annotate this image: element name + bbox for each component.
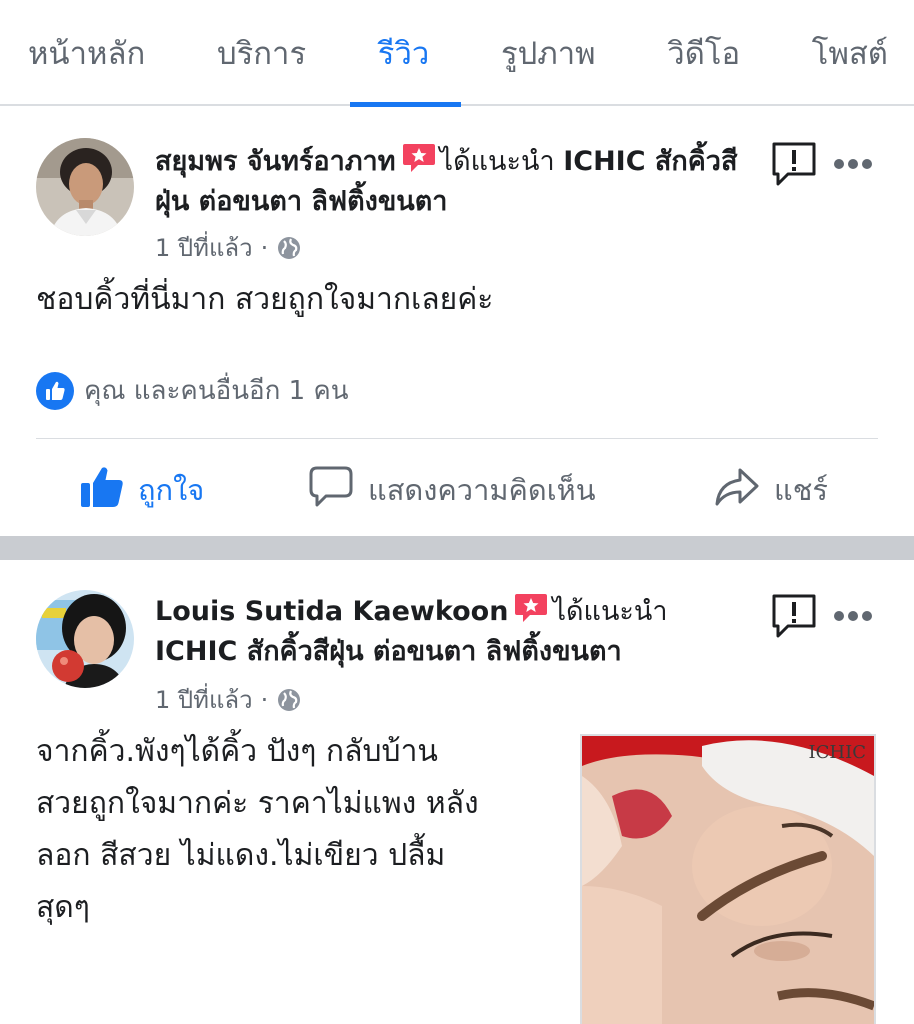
tab-videos[interactable]: วิดีโอ xyxy=(667,0,740,105)
post-timestamp[interactable]: 1 ปีที่แล้ว xyxy=(155,228,253,267)
review-text: จากคิ้ว.พังๆได้คิ้ว ปังๆ กลับบ้าน สวยถูก… xyxy=(36,726,566,934)
more-options-icon[interactable] xyxy=(832,156,874,170)
tab-home[interactable]: หน้าหลัก xyxy=(28,0,145,105)
tab-services[interactable]: บริการ xyxy=(217,0,306,105)
like-label: ถูกใจ xyxy=(138,473,205,507)
report-icon[interactable] xyxy=(770,140,818,188)
recommend-icon xyxy=(402,143,436,173)
tab-posts[interactable]: โพสต์ xyxy=(812,0,888,105)
post-meta: 1 ปีที่แล้ว · xyxy=(155,228,302,267)
author-name[interactable]: Louis Sutida Kaewkoon xyxy=(155,596,508,627)
post-action-bar: ถูกใจ แสดงความคิดเห็น แชร์ xyxy=(0,464,914,516)
reaction-summary[interactable]: คุณ และคนอื่นอีก 1 คน xyxy=(36,370,349,411)
review-text-line: สวยถูกใจมากค่ะ ราคาไม่แพง หลัง xyxy=(36,786,479,821)
post-timestamp[interactable]: 1 ปีที่แล้ว xyxy=(155,680,253,719)
review-text: ชอบคิ้วที่นี่มาก สวยถูกใจมากเลยค่ะ xyxy=(36,282,494,317)
share-arrow-icon xyxy=(714,467,760,514)
post-separator xyxy=(0,536,914,560)
report-icon[interactable] xyxy=(770,592,818,640)
like-reaction-icon xyxy=(36,371,74,410)
post-meta: 1 ปีที่แล้ว · xyxy=(155,680,302,719)
reaction-count-text: คุณ และคนอื่นอีก 1 คน xyxy=(84,376,349,406)
thumbs-up-icon xyxy=(80,465,124,516)
recommend-icon xyxy=(514,593,548,623)
comment-label: แสดงความคิดเห็น xyxy=(368,473,596,507)
recommended-page-name[interactable]: ICHIC สักคิ้วสีฝุ่น ต่อขนตา ลิฟติ้งขนตา xyxy=(155,636,622,667)
tab-reviews[interactable]: รีวิว xyxy=(349,0,463,107)
divider xyxy=(36,438,878,439)
post-header: สยุมพร จันทร์อาภาท ได้แนะนำ ICHIC สักคิ้ว… xyxy=(155,142,755,222)
review-post: Louis Sutida Kaewkoon ได้แนะนำ ICHIC สักค… xyxy=(0,560,914,1024)
post-header: Louis Sutida Kaewkoon ได้แนะนำ ICHIC สักค… xyxy=(155,592,755,672)
avatar[interactable] xyxy=(36,138,134,236)
globe-icon xyxy=(276,687,302,713)
review-photo[interactable]: ICHIC xyxy=(580,734,876,1024)
photo-watermark: ICHIC xyxy=(808,742,866,763)
dot-separator: · xyxy=(260,685,269,714)
globe-icon xyxy=(276,235,302,261)
comment-button[interactable]: แสดงความคิดเห็น xyxy=(308,464,596,516)
review-text-line: จากคิ้ว.พังๆได้คิ้ว ปังๆ กลับบ้าน xyxy=(36,734,438,769)
dot-separator: · xyxy=(260,233,269,262)
review-text-line: สุดๆ xyxy=(36,890,90,925)
review-post: สยุมพร จันทร์อาภาท ได้แนะนำ ICHIC สักคิ้ว… xyxy=(0,108,914,536)
recommend-text: ได้แนะนำ xyxy=(439,146,555,177)
share-label: แชร์ xyxy=(774,473,828,507)
review-text-line: ลอก สีสวย ไม่แดง.ไม่เขียว ปลื้ม xyxy=(36,838,446,873)
author-name[interactable]: สยุมพร จันทร์อาภาท xyxy=(155,146,396,177)
more-options-icon[interactable] xyxy=(832,608,874,622)
like-button[interactable]: ถูกใจ xyxy=(80,464,204,516)
avatar[interactable] xyxy=(36,590,134,688)
tab-photos[interactable]: รูปภาพ xyxy=(501,0,596,105)
comment-bubble-icon xyxy=(308,465,354,516)
share-button[interactable]: แชร์ xyxy=(714,464,828,516)
page-tab-bar: หน้าหลัก บริการ รีวิว รูปภาพ วิดีโอ โพสต… xyxy=(0,0,914,107)
recommend-text: ได้แนะนำ xyxy=(552,596,668,627)
